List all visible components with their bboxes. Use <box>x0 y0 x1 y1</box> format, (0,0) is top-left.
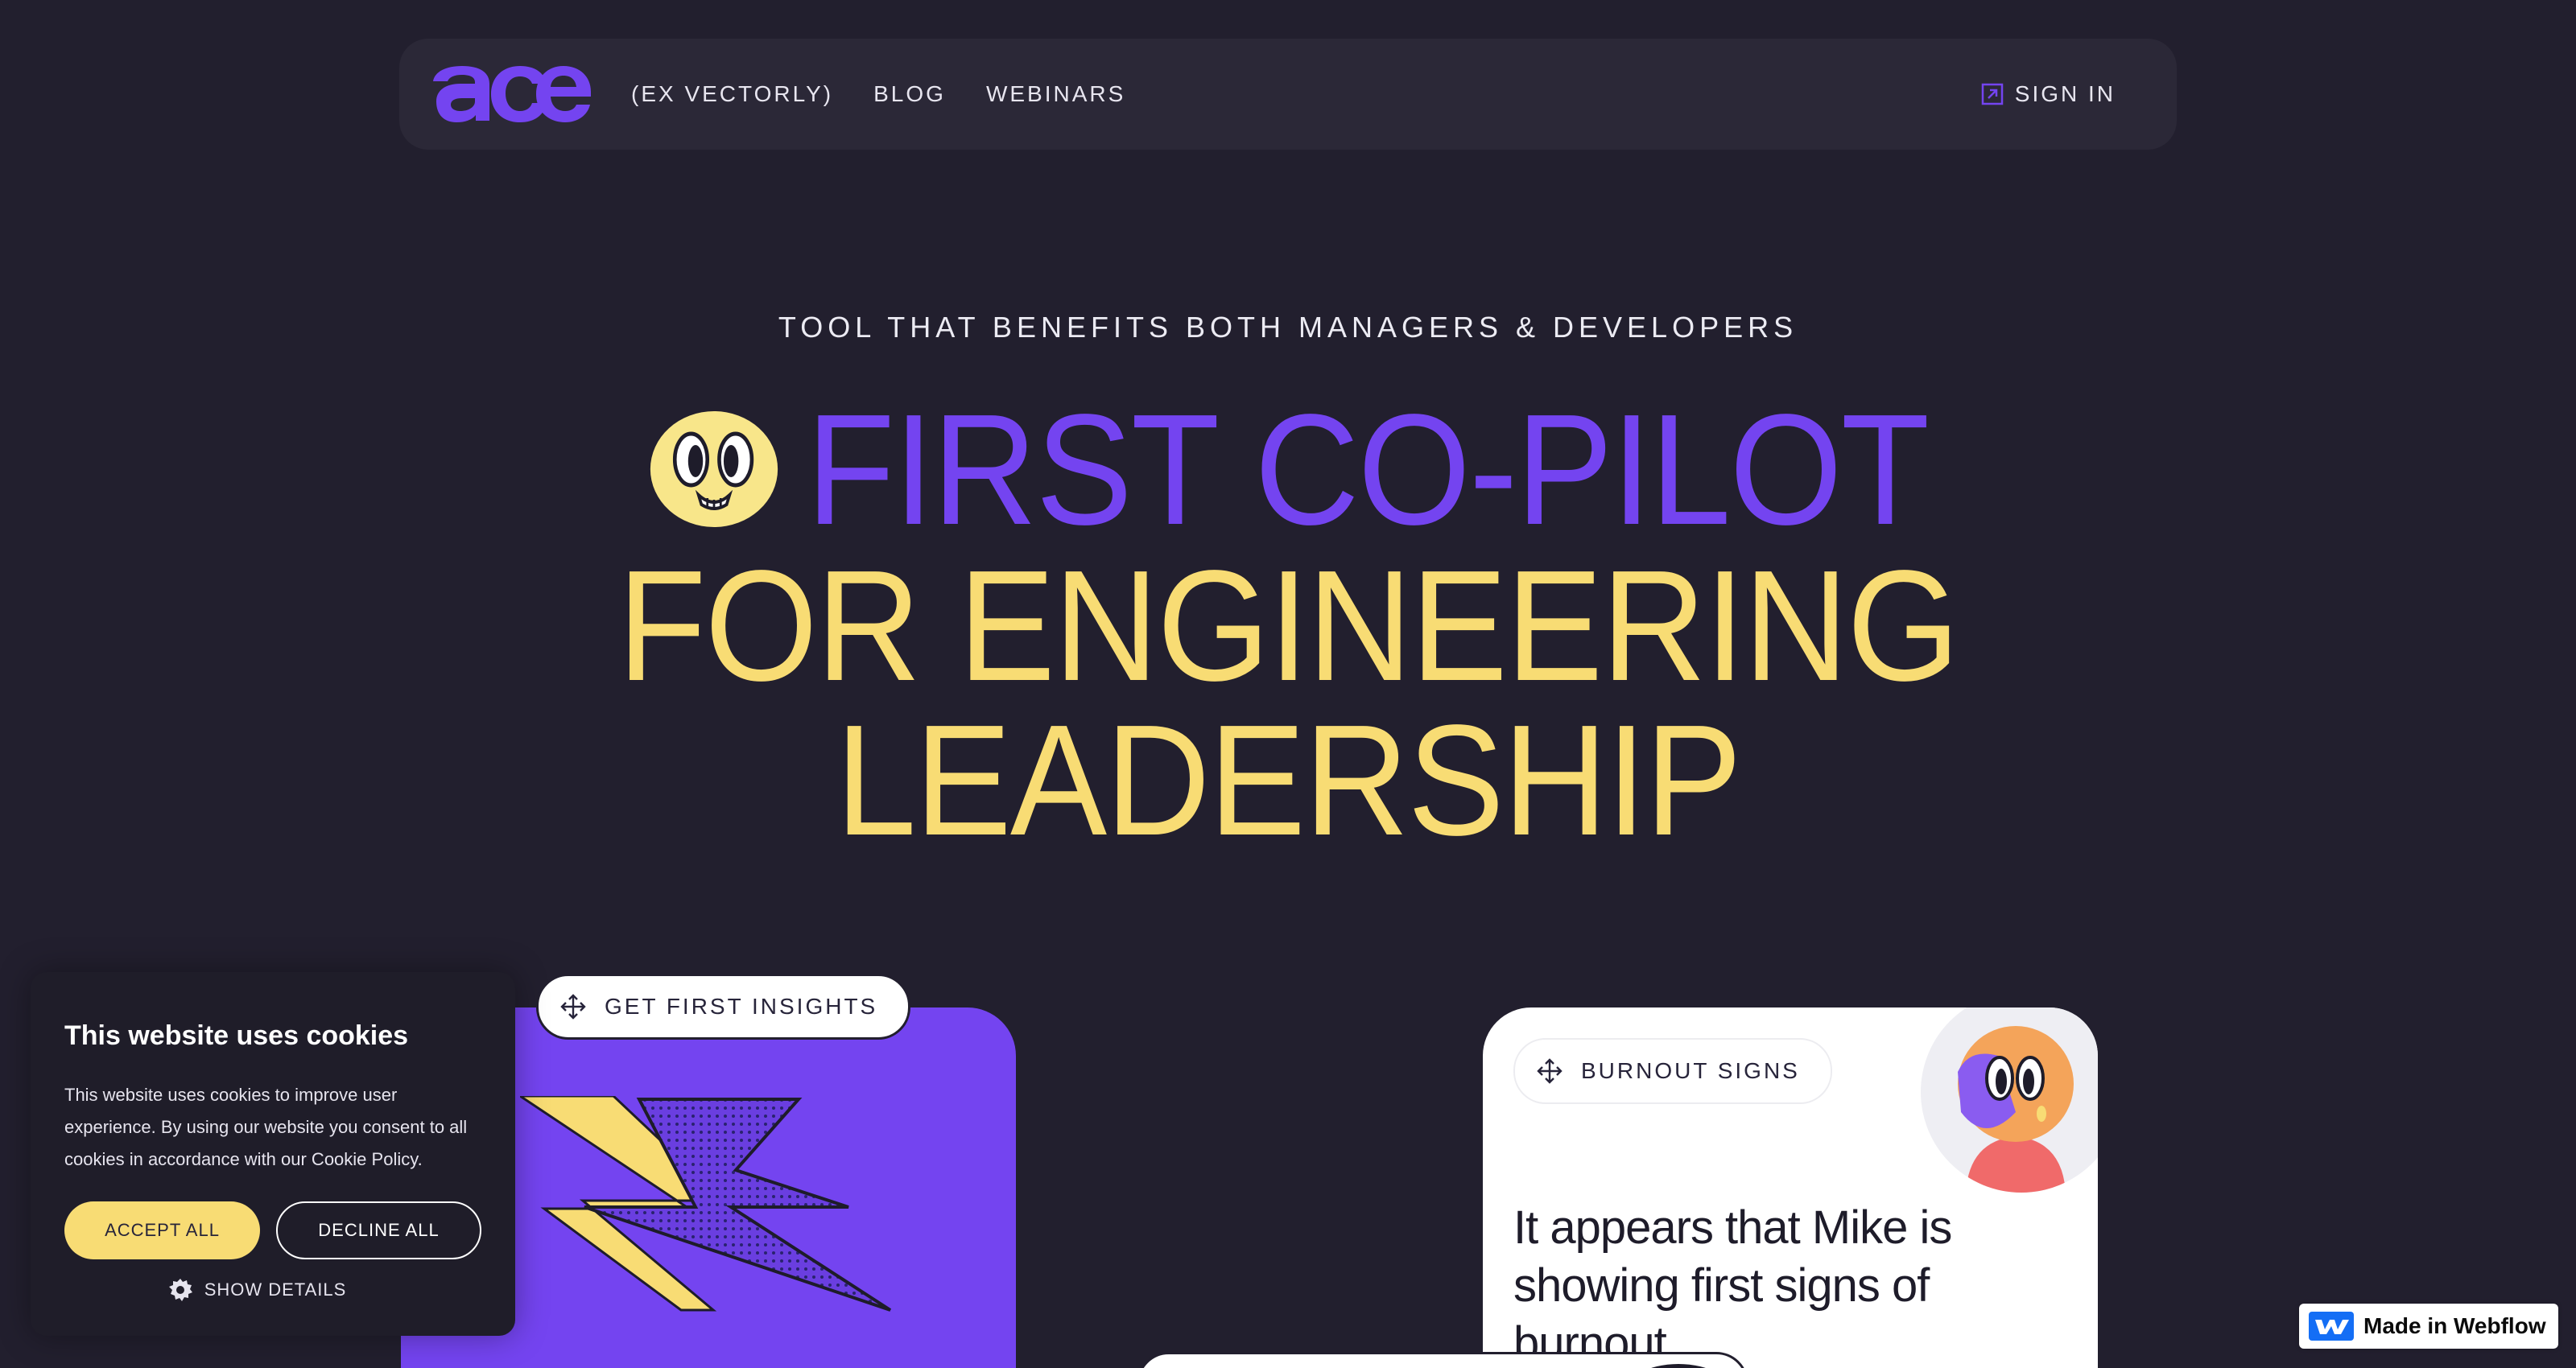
bottom-card-avatar <box>1622 1364 1735 1368</box>
signin-link[interactable]: SIGN IN <box>1981 81 2116 107</box>
nav-link-webinars[interactable]: WEBINARS <box>986 81 1125 107</box>
move-icon <box>560 994 586 1020</box>
cookie-banner: This website uses cookies This website u… <box>31 972 515 1336</box>
show-details-button[interactable]: SHOW DETAILS <box>64 1277 481 1303</box>
nav-link-ex-vectorly[interactable]: (EX VECTORLY) <box>631 81 833 107</box>
burnout-message: It appears that Mike is showing first si… <box>1513 1201 1952 1368</box>
hero-title-line-3: LEADERSHIP <box>835 692 1742 868</box>
hero-title-text-1: FIRST CO-PILOT <box>806 381 1930 558</box>
cookie-body: This website uses cookies to improve use… <box>64 1085 468 1169</box>
webflow-logo-icon <box>2309 1312 2354 1341</box>
avatar <box>1921 1007 2098 1193</box>
smiley-face-icon <box>650 411 778 528</box>
get-first-insights-button[interactable]: GET FIRST INSIGHTS <box>536 974 911 1040</box>
gear-icon <box>168 1279 192 1301</box>
hero-eyebrow: TOOL THAT BENEFITS BOTH MANAGERS & DEVEL… <box>778 311 1798 344</box>
accept-all-button[interactable]: ACCEPT ALL <box>64 1201 261 1259</box>
move-icon <box>1537 1058 1563 1084</box>
decline-all-button[interactable]: DECLINE ALL <box>276 1201 481 1259</box>
show-details-label: SHOW DETAILS <box>204 1279 347 1300</box>
nav-link-blog[interactable]: BLOG <box>873 81 946 107</box>
ace-logo[interactable] <box>430 66 592 122</box>
burnout-signs-label: BURNOUT SIGNS <box>1581 1058 1800 1083</box>
external-link-icon <box>1981 83 2004 105</box>
made-in-webflow-label: Made in Webflow <box>2363 1313 2546 1338</box>
signin-label: SIGN IN <box>2014 81 2116 106</box>
top-nav: (EX VECTORLY) BLOG WEBINARS SIGN IN <box>399 39 2177 150</box>
burnout-signs-button[interactable]: BURNOUT SIGNS <box>1513 1038 1832 1104</box>
get-first-insights-label: GET FIRST INSIGHTS <box>605 994 878 1019</box>
burnout-card: BURNOUT SIGNS It appears that Mike is sh… <box>1483 1007 2098 1368</box>
lightning-bolt-icon <box>520 1096 892 1312</box>
cookie-title: This website uses cookies <box>64 1020 409 1051</box>
hero-title-line-1: FIRST CO-PILOT <box>103 391 2473 549</box>
hero-title-line-2: FOR ENGINEERING <box>617 538 1959 714</box>
made-in-webflow-badge[interactable]: Made in Webflow <box>2299 1304 2558 1349</box>
bottom-card <box>1137 1352 1748 1368</box>
character-avatar-icon <box>1958 1026 2074 1193</box>
